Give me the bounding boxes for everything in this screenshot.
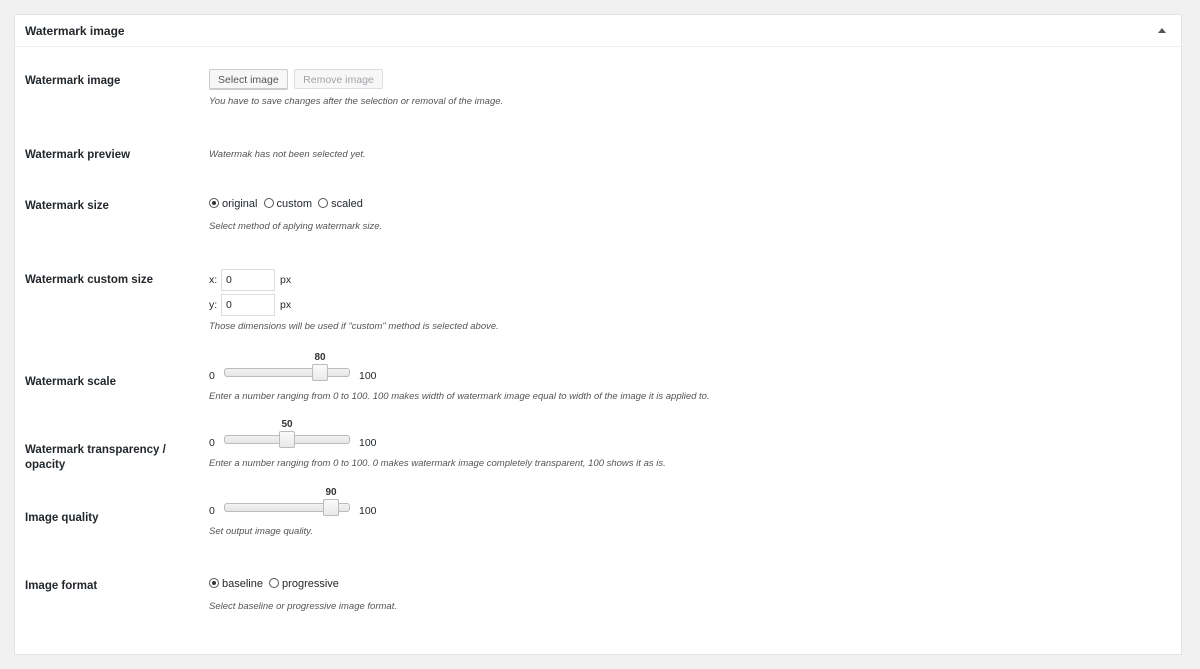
transparency-slider-min: 0: [209, 437, 215, 449]
watermark-custom-size-field: x: px y: px Those dimensions will be used …: [209, 269, 499, 332]
size-scaled-radio[interactable]: [318, 198, 329, 208]
watermark-size-description: Select method of aplying watermark size.: [209, 221, 383, 232]
image-format-label: Image format: [25, 580, 98, 592]
transparency-slider-max: 100: [359, 437, 377, 449]
panel-header: Watermark image: [15, 15, 1181, 47]
format-progressive-radio[interactable]: [269, 578, 280, 588]
size-scaled-label: scaled: [331, 198, 363, 210]
custom-size-x-prefix: x:: [209, 273, 218, 286]
format-baseline-label: baseline: [222, 578, 263, 590]
image-format-field: baseline progressive Select baseline or …: [209, 578, 397, 612]
watermark-image-label: Watermark image: [25, 75, 121, 87]
watermark-image-field: Select image Remove image You have to sa…: [209, 69, 503, 107]
watermark-size-field: original custom scaled Select method of …: [209, 198, 382, 232]
scale-description: Enter a number ranging from 0 to 100. 10…: [209, 391, 710, 402]
quality-slider-handle[interactable]: [323, 499, 339, 516]
select-image-button[interactable]: Select image: [209, 69, 288, 89]
watermark-image-description: You have to save changes after the selec…: [209, 96, 504, 107]
image-format-description: Select baseline or progressive image for…: [209, 601, 397, 612]
collapse-toggle-icon[interactable]: [1157, 25, 1167, 35]
image-quality-label: Image quality: [25, 512, 99, 524]
transparency-slider-handle[interactable]: [279, 431, 295, 448]
watermark-custom-size-label: Watermark custom size: [25, 274, 154, 286]
remove-image-button[interactable]: Remove image: [294, 69, 383, 89]
transparency-slider-value: 50: [281, 419, 293, 430]
custom-size-y-line: y: px: [209, 294, 499, 319]
quality-slider: 0 90 100: [209, 487, 377, 518]
scale-slider-value: 80: [314, 352, 326, 363]
watermark-size-radio-group: original custom scaled: [209, 198, 382, 210]
size-custom-radio[interactable]: [263, 198, 274, 208]
quality-slider-value: 90: [325, 487, 337, 498]
custom-size-y-unit: px: [280, 298, 292, 311]
watermark-panel: Watermark image Watermark image Select i…: [14, 14, 1182, 655]
watermark-transparency-field: 0 50 100 Enter a number ranging from 0 t…: [209, 419, 666, 469]
scale-slider-max: 100: [359, 370, 377, 382]
size-custom-label: custom: [276, 198, 312, 210]
image-quality-field: 0 90 100 Set output image quality.: [209, 487, 377, 537]
custom-size-x-line: x: px: [209, 269, 499, 294]
quality-slider-max: 100: [359, 505, 377, 517]
watermark-preview-label: Watermark preview: [25, 149, 131, 161]
watermark-scale-label: Watermark scale: [25, 376, 116, 388]
custom-size-y-prefix: y:: [209, 298, 218, 311]
watermark-size-label: Watermark size: [25, 200, 109, 212]
scale-slider: 0 80 100: [209, 352, 710, 383]
panel-title: Watermark image: [25, 24, 125, 38]
scale-slider-min: 0: [209, 370, 215, 382]
size-original-radio[interactable]: [209, 198, 219, 208]
custom-size-x-unit: px: [280, 273, 292, 286]
watermark-transparency-label: Watermark transparency / opacity: [25, 444, 166, 471]
scale-slider-track[interactable]: [224, 368, 350, 377]
watermark-scale-field: 0 80 100 Enter a number ranging from 0 t…: [209, 352, 710, 402]
custom-size-y-input[interactable]: [221, 294, 275, 316]
custom-size-description: Those dimensions will be used if "custom…: [209, 321, 499, 332]
custom-size-x-input[interactable]: [221, 269, 275, 291]
transparency-description: Enter a number ranging from 0 to 100. 0 …: [209, 458, 666, 469]
image-format-radio-group: baseline progressive: [209, 578, 397, 590]
format-baseline-radio[interactable]: [209, 578, 219, 588]
transparency-slider: 0 50 100: [209, 419, 666, 450]
quality-slider-min: 0: [209, 505, 215, 517]
format-progressive-label: progressive: [282, 578, 339, 590]
scale-slider-handle[interactable]: [312, 364, 328, 381]
watermark-preview-description: Watermak has not been selected yet.: [209, 149, 366, 160]
quality-description: Set output image quality.: [209, 526, 313, 537]
size-original-label: original: [222, 198, 258, 210]
